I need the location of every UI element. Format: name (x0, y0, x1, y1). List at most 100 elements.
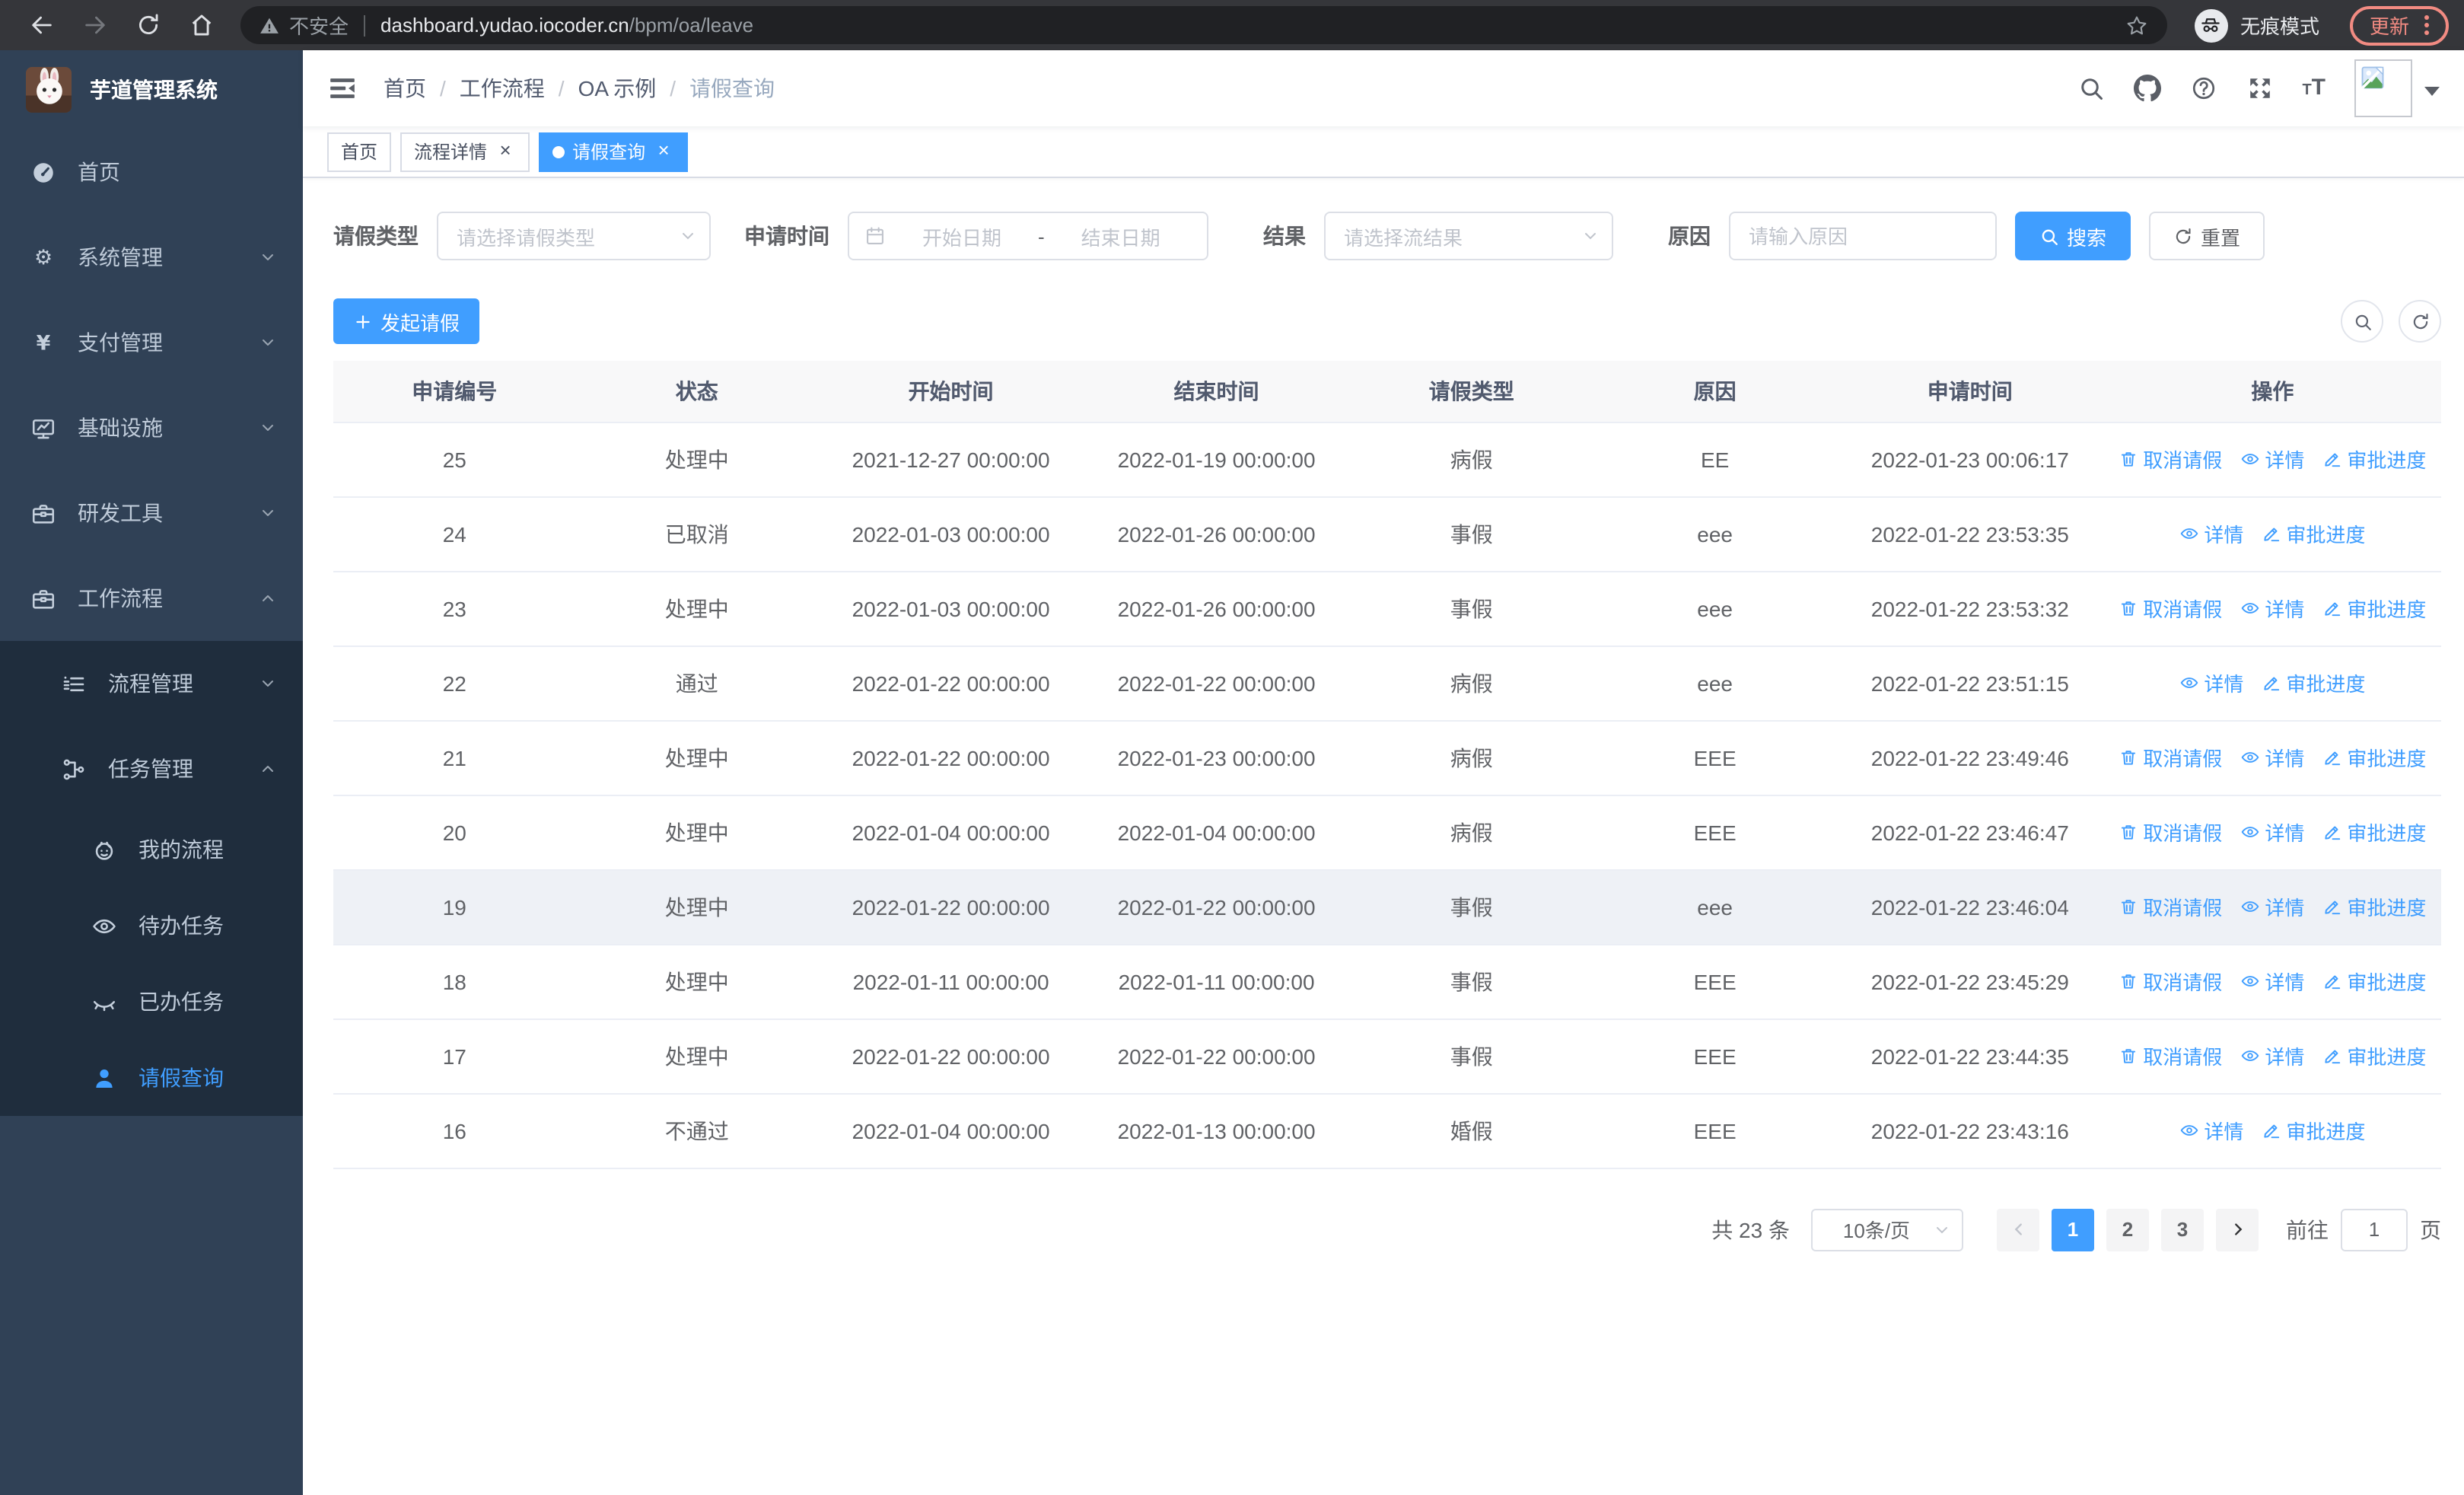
tab-请假查询[interactable]: 请假查询 × (539, 132, 689, 171)
browser-home-icon[interactable] (189, 12, 215, 38)
approval-progress-link[interactable]: 审批进度 (2262, 519, 2365, 548)
detail-link[interactable]: 详情 (2240, 743, 2304, 772)
cell-status: 通过 (575, 645, 819, 721)
leave-type-select[interactable]: 请选择请假类型 (437, 212, 711, 260)
close-icon[interactable]: × (653, 139, 674, 162)
app-logo[interactable]: 芋道管理系统 (0, 50, 303, 129)
goto-page-input[interactable] (2341, 1208, 2408, 1251)
search-button[interactable]: 搜索 (2015, 212, 2131, 260)
detail-link[interactable]: 详情 (2240, 445, 2304, 473)
refresh-icon (2410, 311, 2430, 331)
approval-progress-link[interactable]: 审批进度 (2322, 594, 2426, 623)
result-select[interactable]: 请选择流结果 (1324, 212, 1613, 260)
approval-progress-link[interactable]: 审批进度 (2262, 668, 2365, 697)
detail-link[interactable]: 详情 (2179, 1116, 2243, 1145)
toggle-search-button[interactable] (2341, 300, 2383, 343)
page-button-1[interactable]: 1 (2052, 1208, 2094, 1251)
font-size-icon[interactable]: TT (2302, 75, 2326, 102)
reset-button[interactable]: 重置 (2149, 212, 2265, 260)
create-leave-button[interactable]: 发起请假 (333, 298, 480, 344)
detail-link[interactable]: 详情 (2179, 519, 2243, 548)
detail-link[interactable]: 详情 (2240, 967, 2304, 996)
breadcrumb-separator: / (670, 76, 676, 100)
sidebar-item-infrastructure[interactable]: 基础设施 (0, 385, 303, 470)
next-page-button[interactable] (2216, 1208, 2259, 1251)
refresh-table-button[interactable] (2399, 300, 2441, 343)
approval-progress-link[interactable]: 审批进度 (2322, 743, 2426, 772)
page-button-2[interactable]: 2 (2106, 1208, 2149, 1251)
sidebar-item-devtools[interactable]: 研发工具 (0, 470, 303, 556)
approval-progress-link[interactable]: 审批进度 (2322, 818, 2426, 846)
sidebar-toggle-icon[interactable] (327, 73, 358, 104)
cancel-leave-link[interactable]: 取消请假 (2119, 743, 2222, 772)
cell-id: 24 (333, 496, 576, 572)
browser-update-button[interactable]: 更新 (2349, 5, 2449, 45)
top-navbar: 首页 / 工作流程 / OA 示例 / 请假查询 TT (303, 50, 2464, 126)
close-icon[interactable]: × (495, 139, 516, 162)
browser-back-icon[interactable] (29, 12, 55, 38)
sidebar-item-leave-query[interactable]: 请假查询 (0, 1040, 303, 1116)
edit-icon (2322, 449, 2342, 469)
avatar-caret-icon[interactable] (2424, 86, 2440, 103)
detail-link[interactable]: 详情 (2240, 892, 2304, 921)
browser-menu-icon[interactable] (2424, 15, 2429, 35)
help-icon[interactable] (2189, 75, 2217, 102)
approval-progress-link[interactable]: 审批进度 (2322, 892, 2426, 921)
prev-page-button[interactable] (1997, 1208, 2039, 1251)
cancel-leave-link[interactable]: 取消请假 (2119, 445, 2222, 473)
breadcrumb: 首页 / 工作流程 / OA 示例 / 请假查询 (384, 73, 775, 104)
cancel-leave-link[interactable]: 取消请假 (2119, 1041, 2222, 1070)
approval-progress-link[interactable]: 审批进度 (2262, 1116, 2365, 1145)
sidebar-item-done-tasks[interactable]: 已办任务 (0, 964, 303, 1040)
sidebar-item-home[interactable]: 首页 (0, 129, 303, 215)
detail-link[interactable]: 详情 (2179, 668, 2243, 697)
leave-type-placeholder: 请选择请假类型 (457, 226, 596, 249)
sidebar-item-label: 我的流程 (138, 837, 224, 862)
approval-progress-link[interactable]: 审批进度 (2322, 445, 2426, 473)
cell-reason: EE (1593, 422, 1836, 497)
detail-link[interactable]: 详情 (2240, 594, 2304, 623)
breadcrumb-item[interactable]: 工作流程 (460, 73, 545, 104)
sidebar-item-system[interactable]: ⚙ 系统管理 (0, 215, 303, 300)
security-warning[interactable]: 不安全 (259, 11, 349, 40)
sidebar-item-my-process[interactable]: 我的流程 (0, 811, 303, 888)
browser-forward-icon[interactable] (82, 12, 108, 38)
cancel-leave-link[interactable]: 取消请假 (2119, 818, 2222, 846)
cell-start-time: 2021-12-27 00:00:00 (818, 422, 1084, 497)
page-size-select[interactable]: 10条/页 (1811, 1208, 1963, 1251)
sidebar-item-process-mgmt[interactable]: 流程管理 (0, 641, 303, 726)
sidebar-item-task-mgmt[interactable]: 任务管理 (0, 726, 303, 811)
browser-reload-icon[interactable] (135, 12, 161, 38)
github-icon[interactable] (2133, 75, 2161, 102)
approval-progress-link[interactable]: 审批进度 (2322, 1041, 2426, 1070)
cancel-leave-link[interactable]: 取消请假 (2119, 892, 2222, 921)
detail-link[interactable]: 详情 (2240, 1041, 2304, 1070)
detail-link[interactable]: 详情 (2240, 818, 2304, 846)
sidebar-item-workflow[interactable]: 工作流程 (0, 556, 303, 641)
sidebar-item-label: 首页 (78, 160, 120, 184)
apply-time-range-picker[interactable]: 开始日期 - 结束日期 (848, 212, 1208, 260)
table-header-row: 申请编号 状态 开始时间 结束时间 请假类型 原因 申请时间 操作 (333, 361, 2441, 422)
tab-首页[interactable]: 首页 (327, 132, 392, 171)
breadcrumb-item[interactable]: OA 示例 (578, 73, 657, 104)
warning-icon (259, 14, 280, 36)
page-button-3[interactable]: 3 (2161, 1208, 2204, 1251)
sidebar-menu: 首页 ⚙ 系统管理 ¥ 支付管理基础设施研发工具 工作流程 流程管理 任务管理我的流程待办任务… (0, 129, 303, 1116)
sidebar-item-payment[interactable]: ¥ 支付管理 (0, 300, 303, 385)
header-search-icon[interactable] (2077, 75, 2104, 102)
edit-icon (2262, 1120, 2281, 1140)
breadcrumb-item[interactable]: 首页 (384, 73, 426, 104)
cancel-leave-link[interactable]: 取消请假 (2119, 594, 2222, 623)
bookmark-star-icon[interactable] (2125, 13, 2149, 37)
reason-input[interactable] (1729, 212, 1997, 260)
sidebar-item-label: 基础设施 (78, 416, 163, 440)
chevron-up-icon (259, 589, 277, 607)
avatar[interactable] (2354, 59, 2412, 117)
sidebar-item-todo-tasks[interactable]: 待办任务 (0, 888, 303, 964)
cell-id: 17 (333, 1018, 576, 1094)
approval-progress-link[interactable]: 审批进度 (2322, 967, 2426, 996)
address-bar[interactable]: 不安全 dashboard.yudao.iocoder.cn /bpm/oa/l… (240, 6, 2167, 44)
fullscreen-icon[interactable] (2246, 75, 2273, 102)
cancel-leave-link[interactable]: 取消请假 (2119, 967, 2222, 996)
tab-流程详情[interactable]: 流程详情 × (400, 132, 530, 171)
